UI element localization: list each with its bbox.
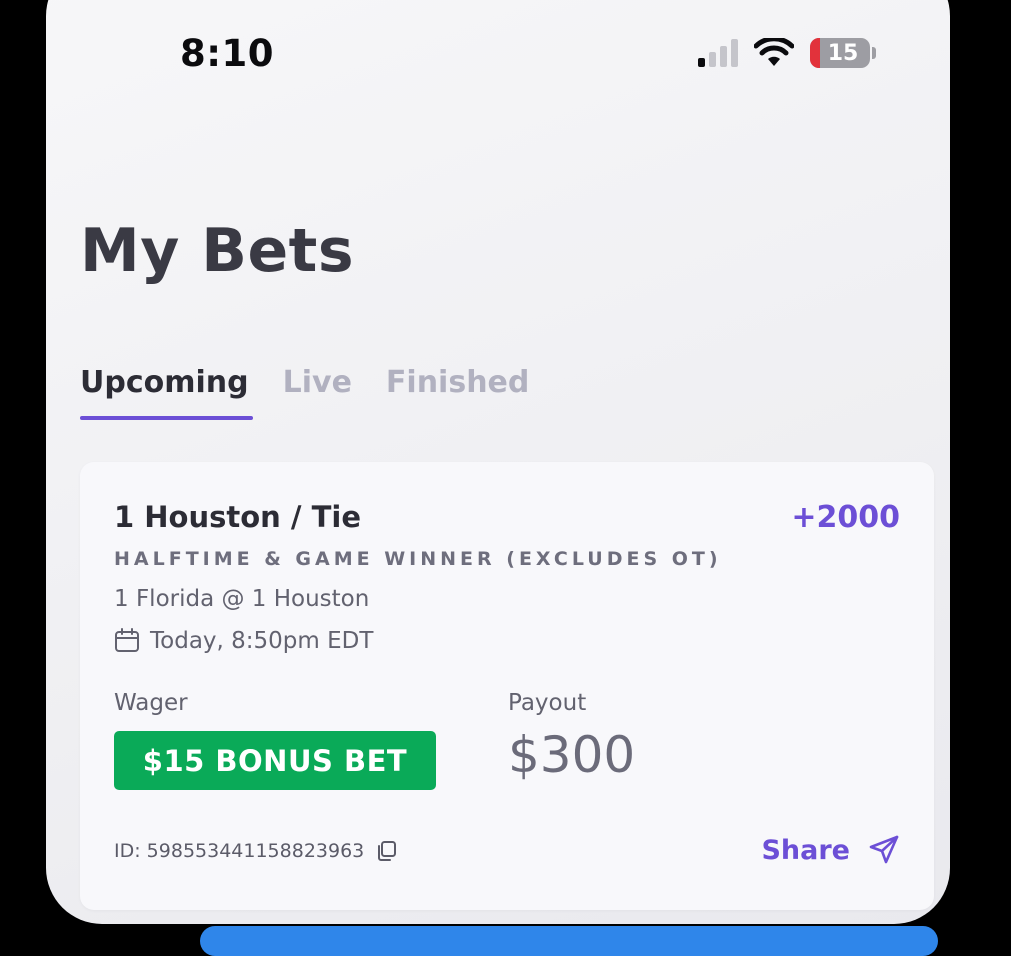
copy-icon[interactable] <box>376 840 398 862</box>
page-title: My Bets <box>80 216 355 286</box>
bottom-action-bar[interactable] <box>200 926 938 956</box>
send-icon <box>869 835 899 864</box>
battery-level: 15 <box>827 40 859 66</box>
payout-value: $300 <box>508 726 636 784</box>
wager-label: Wager <box>114 690 188 716</box>
calendar-icon <box>115 628 139 652</box>
tab-live[interactable]: Live <box>283 365 352 420</box>
bet-selection: 1 Houston / Tie <box>114 500 361 534</box>
payout-label: Payout <box>508 690 587 716</box>
wifi-icon <box>754 38 794 66</box>
bet-card[interactable]: 1 Houston / Tie +2000 HALFTIME & GAME WI… <box>80 462 934 910</box>
share-label: Share <box>761 834 850 866</box>
bet-odds: +2000 <box>791 500 900 535</box>
bet-start-time: Today, 8:50pm EDT <box>150 628 374 654</box>
tab-finished[interactable]: Finished <box>386 365 529 420</box>
share-button[interactable]: Share <box>761 834 900 866</box>
battery-icon: 15 <box>810 38 870 68</box>
bet-market: HALFTIME & GAME WINNER (EXCLUDES OT) <box>114 548 722 570</box>
status-time: 8:10 <box>180 32 275 75</box>
bet-matchup: 1 Florida @ 1 Houston <box>114 586 370 612</box>
tab-upcoming[interactable]: Upcoming <box>80 365 253 420</box>
bet-id-row: ID: 598553441158823963 <box>114 840 398 862</box>
wager-bonus-badge: $15 BONUS BET <box>114 731 436 790</box>
bet-id: ID: 598553441158823963 <box>114 840 365 862</box>
cellular-signal-icon <box>698 39 738 67</box>
phone-screen: 8:10 15 My Bets Upcoming Live Finished 1… <box>46 0 950 924</box>
battery-cap <box>872 47 876 59</box>
bet-tabs: Upcoming Live Finished <box>80 365 529 420</box>
bet-start-time-row: Today, 8:50pm EDT <box>114 628 373 654</box>
status-icons: 15 <box>698 36 876 70</box>
